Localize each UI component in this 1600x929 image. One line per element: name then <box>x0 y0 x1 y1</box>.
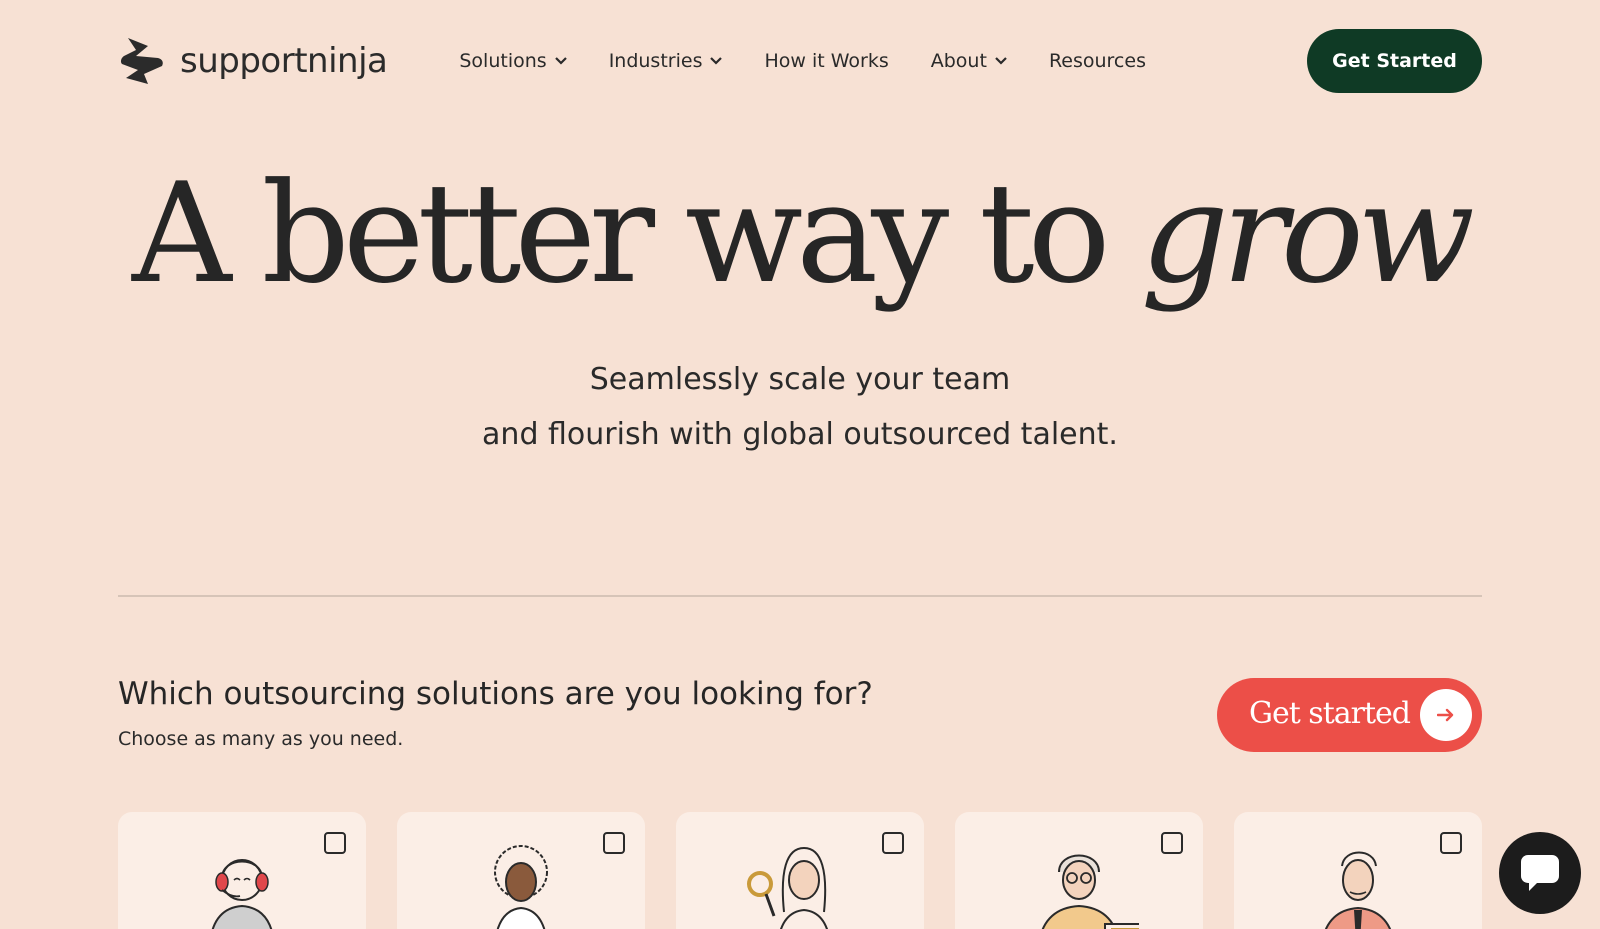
nav-solutions[interactable]: Solutions <box>459 50 567 72</box>
solution-card[interactable] <box>118 812 366 929</box>
chevron-down-icon <box>995 57 1007 65</box>
logo-mark-icon <box>120 38 163 84</box>
get-started-header-button[interactable]: Get Started <box>1307 29 1482 93</box>
get-started-solutions-label: Get started <box>1249 696 1411 731</box>
logo-text: supportninja <box>180 41 388 81</box>
chevron-down-icon <box>554 57 567 65</box>
hero-title-main: A better way to <box>131 153 1141 314</box>
page: supportninja Solutions Industries How it… <box>0 0 1600 929</box>
hero-title-italic: grow <box>1140 153 1476 314</box>
solution-checkbox[interactable] <box>1440 832 1462 854</box>
solution-checkbox[interactable] <box>882 832 904 854</box>
nav-resources[interactable]: Resources <box>1049 50 1146 72</box>
magnifier-person-icon <box>747 846 828 929</box>
solution-card[interactable] <box>1234 812 1482 929</box>
solutions-question: Which outsourcing solutions are you look… <box>118 676 873 712</box>
nav-resources-label: Resources <box>1048 50 1146 72</box>
nav-solutions-label: Solutions <box>459 50 547 72</box>
solution-checkbox[interactable] <box>324 832 346 854</box>
solutions-hint: Choose as many as you need. <box>118 728 404 750</box>
headset-agent-icon <box>211 859 273 929</box>
nav-about-label: About <box>930 50 987 72</box>
logo-link[interactable]: supportninja <box>118 34 388 88</box>
glasses-person-icon <box>1041 854 1139 929</box>
tie-person-icon <box>1324 851 1392 929</box>
hero-subtitle-line-2: and flourish with global outsourced tale… <box>482 417 1118 452</box>
arrow-right-icon <box>1437 708 1454 722</box>
solution-checkbox[interactable] <box>603 832 625 854</box>
chat-bubble-icon <box>1521 855 1559 891</box>
hero-subtitle-line-1: Seamlessly scale your team <box>589 362 1011 397</box>
solution-checkbox[interactable] <box>1161 832 1183 854</box>
main-nav: Solutions Industries How it Works About … <box>459 50 1188 72</box>
nav-how-it-works[interactable]: How it Works <box>764 50 888 72</box>
chevron-down-icon <box>710 57 723 65</box>
nav-industries-label: Industries <box>608 50 703 72</box>
get-started-solutions-button[interactable]: Get started <box>1217 678 1482 752</box>
hero-subtitle: Seamlessly scale your team and flourish … <box>0 352 1600 462</box>
curly-hair-person-icon <box>494 845 548 929</box>
nav-how-it-works-label: How it Works <box>764 50 889 72</box>
section-divider <box>118 595 1482 597</box>
site-header: supportninja Solutions Industries How it… <box>118 29 1482 93</box>
nav-industries[interactable]: Industries <box>609 50 723 72</box>
hero-title: A better way to grow <box>0 158 1600 310</box>
nav-about[interactable]: About <box>931 50 1007 72</box>
solution-card[interactable] <box>397 812 645 929</box>
chat-widget-button[interactable] <box>1499 832 1581 914</box>
arrow-right-circle <box>1420 689 1472 741</box>
solution-card[interactable] <box>676 812 924 929</box>
solution-card[interactable] <box>955 812 1203 929</box>
